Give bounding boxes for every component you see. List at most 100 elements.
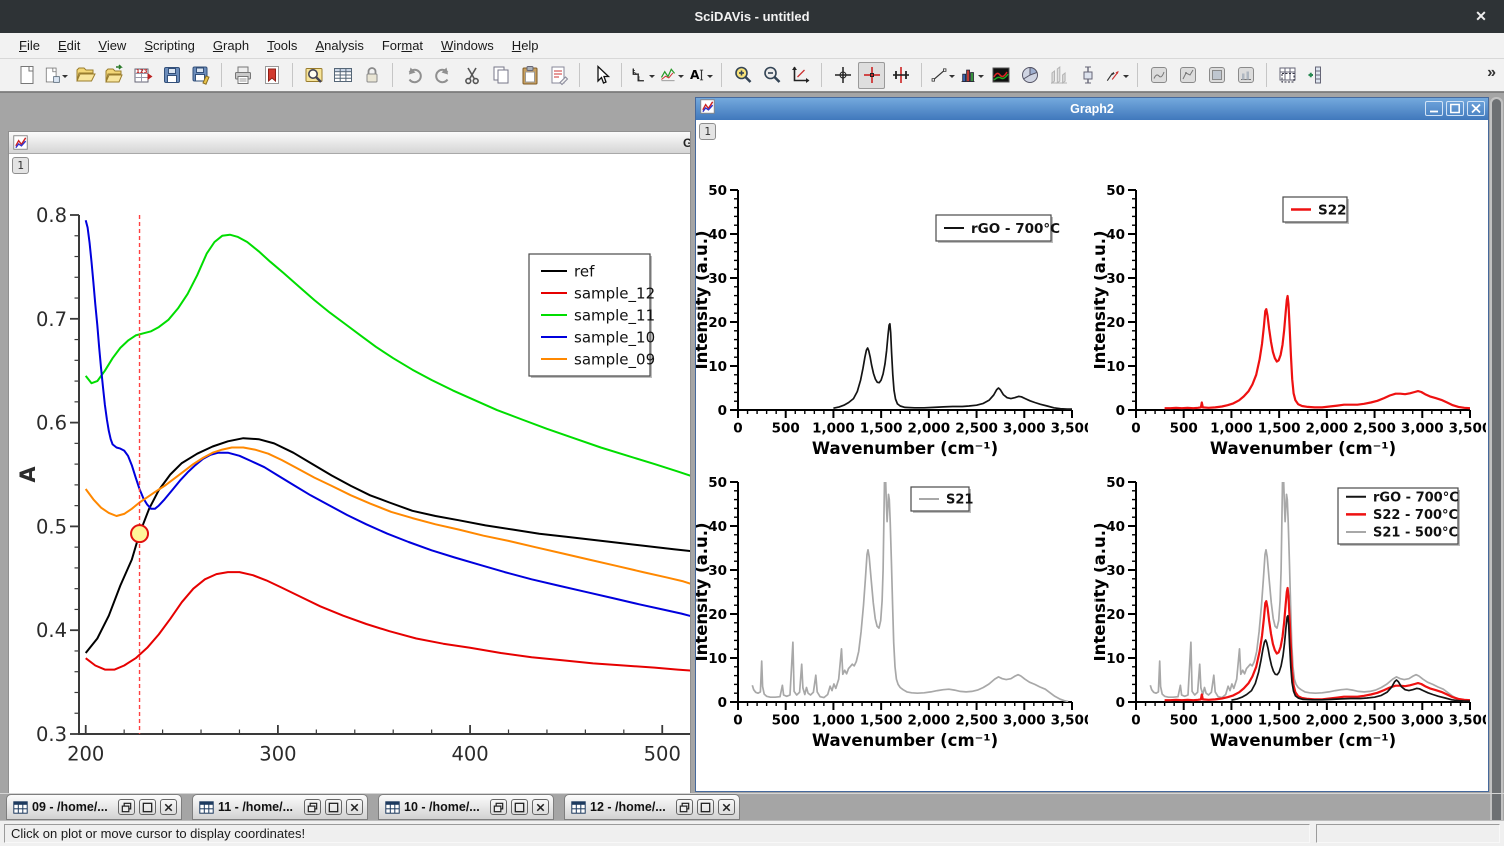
menu-tools[interactable]: Tools — [258, 35, 306, 56]
tab-maximize-button[interactable] — [325, 799, 342, 815]
dropdown-arrow-icon[interactable] — [62, 75, 68, 81]
new-table-button[interactable] — [329, 62, 356, 89]
plot-3d-wireframe-button[interactable] — [1145, 62, 1172, 89]
uvvis-plot[interactable]: 2003004005000.30.40.50.60.70.8Arefsample… — [9, 154, 690, 793]
cut-selection-button[interactable] — [458, 62, 485, 89]
raman-all-plot[interactable]: 05001,0001,5002,0002,5003,0003,500010203… — [1094, 450, 1486, 760]
svg-text:A: A — [16, 466, 40, 483]
new-project-button[interactable] — [13, 62, 40, 89]
plot-box-button[interactable] — [1074, 62, 1101, 89]
add-text-button[interactable]: A — [687, 62, 714, 89]
select-data-range-button[interactable] — [887, 62, 914, 89]
graph2-layer-button[interactable]: 1 — [699, 123, 716, 140]
tab-close-button[interactable] — [532, 799, 549, 815]
import-ascii-button[interactable]: 123 — [129, 62, 156, 89]
plot-3d-hidden-line-button[interactable] — [1174, 62, 1201, 89]
svg-text:0: 0 — [1131, 713, 1140, 729]
dropdown-arrow-icon[interactable] — [949, 75, 955, 81]
window-tab-10[interactable]: 10 - /home/... — [378, 794, 554, 820]
export-pdf-button[interactable] — [258, 62, 285, 89]
dropdown-arrow-icon[interactable] — [978, 75, 984, 81]
delete-selection-button[interactable] — [545, 62, 572, 89]
add-column-button[interactable] — [1303, 62, 1330, 89]
svg-text:rGO - 700°C: rGO - 700°C — [971, 221, 1060, 237]
dropdown-arrow-icon[interactable] — [707, 75, 713, 81]
save-project-button[interactable] — [158, 62, 185, 89]
save-project-as-button[interactable] — [187, 62, 214, 89]
import-image-button[interactable] — [100, 62, 127, 89]
graph1-layer-button[interactable]: 1 — [12, 157, 29, 174]
tab-close-button[interactable] — [718, 799, 735, 815]
project-explorer-button[interactable] — [300, 62, 327, 89]
tab-restore-button[interactable] — [676, 799, 693, 815]
app-close-button[interactable]: ✕ — [1472, 8, 1490, 25]
tab-maximize-button[interactable] — [511, 799, 528, 815]
menu-file[interactable]: File — [10, 35, 49, 56]
workspace-vertical-scrollbar[interactable] — [1490, 97, 1503, 820]
data-reader-button[interactable] — [858, 62, 885, 89]
raman-rgo-plot[interactable]: 05001,0001,5002,0002,5003,0003,500010203… — [696, 158, 1088, 468]
raman-s22-plot[interactable]: 05001,0001,5002,0002,5003,0003,500010203… — [1094, 158, 1486, 468]
menu-edit[interactable]: Edit — [49, 35, 89, 56]
print-button[interactable] — [229, 62, 256, 89]
window-tab-12[interactable]: 12 - /home/... — [564, 794, 740, 820]
svg-text:0: 0 — [718, 695, 727, 711]
copy-selection-button[interactable] — [487, 62, 514, 89]
undo-button[interactable] — [400, 62, 427, 89]
lock-toolbars-button[interactable] — [358, 62, 385, 89]
zoom-out-button[interactable] — [758, 62, 785, 89]
graph2-minimize-button[interactable] — [1425, 101, 1443, 116]
graph2-close-button[interactable] — [1467, 101, 1485, 116]
graph2-canvas[interactable]: 1 05001,0001,5002,0002,5003,0003,5000102… — [696, 120, 1488, 791]
plot-pie-button[interactable] — [1016, 62, 1043, 89]
graph2-titlebar[interactable]: Graph2 — [696, 98, 1488, 120]
graph1-titlebar[interactable]: G — [9, 132, 690, 154]
dropdown-arrow-icon[interactable] — [678, 75, 684, 81]
tab-close-button[interactable] — [346, 799, 363, 815]
tab-restore-button[interactable] — [490, 799, 507, 815]
menu-windows[interactable]: Windows — [432, 35, 503, 56]
graph1-canvas[interactable]: 1 2003004005000.30.40.50.60.70.8Arefsamp… — [9, 154, 690, 793]
open-project-button[interactable] — [71, 62, 98, 89]
scrollbar-thumb[interactable] — [1492, 99, 1501, 820]
tab-maximize-button[interactable] — [697, 799, 714, 815]
table-select-all-button[interactable] — [1274, 62, 1301, 89]
dropdown-arrow-icon[interactable] — [649, 75, 655, 81]
window-tab-09[interactable]: 09 - /home/... — [6, 794, 182, 820]
app-titlebar[interactable]: SciDAVis - untitled ✕ — [0, 0, 1504, 33]
toolbar-overflow-chevron[interactable]: » — [1487, 64, 1496, 82]
window-tab-11[interactable]: 11 - /home/... — [192, 794, 368, 820]
add-curve-button[interactable] — [658, 62, 685, 89]
rescale-to-show-all-button[interactable] — [787, 62, 814, 89]
menu-analysis[interactable]: Analysis — [306, 35, 372, 56]
graph2-maximize-button[interactable] — [1446, 101, 1464, 116]
redo-button[interactable] — [429, 62, 456, 89]
tab-restore-button[interactable] — [304, 799, 321, 815]
menu-graph[interactable]: Graph — [204, 35, 258, 56]
plot-3d-wire-surface-button[interactable] — [1232, 62, 1259, 89]
svg-text:3,000: 3,000 — [1003, 421, 1046, 437]
screen-reader-button[interactable] — [829, 62, 856, 89]
tab-close-button[interactable] — [160, 799, 177, 815]
raman-s21-plot[interactable]: 05001,0001,5002,0002,5003,0003,500010203… — [696, 450, 1088, 760]
new-window-button[interactable] — [42, 62, 69, 89]
plot-3d-polygons-button[interactable] — [1203, 62, 1230, 89]
menu-help[interactable]: Help — [503, 35, 548, 56]
dropdown-arrow-icon[interactable] — [1123, 75, 1129, 81]
zoom-in-button[interactable] — [729, 62, 756, 89]
plot-pie-icon — [1019, 64, 1041, 86]
plot-bars-button[interactable] — [958, 62, 985, 89]
svg-text:sample_12: sample_12 — [574, 284, 655, 303]
svg-text:2,000: 2,000 — [908, 421, 951, 437]
menu-format[interactable]: Format — [373, 35, 432, 56]
tab-restore-button[interactable] — [118, 799, 135, 815]
add-layer-button[interactable] — [629, 62, 656, 89]
plot-vectors-button[interactable] — [1103, 62, 1130, 89]
draw-line-button[interactable] — [929, 62, 956, 89]
menu-view[interactable]: View — [89, 35, 135, 56]
paste-selection-button[interactable] — [516, 62, 543, 89]
pointer-button[interactable] — [587, 62, 614, 89]
plot-color-map-button[interactable] — [987, 62, 1014, 89]
tab-maximize-button[interactable] — [139, 799, 156, 815]
menu-scripting[interactable]: Scripting — [135, 35, 204, 56]
